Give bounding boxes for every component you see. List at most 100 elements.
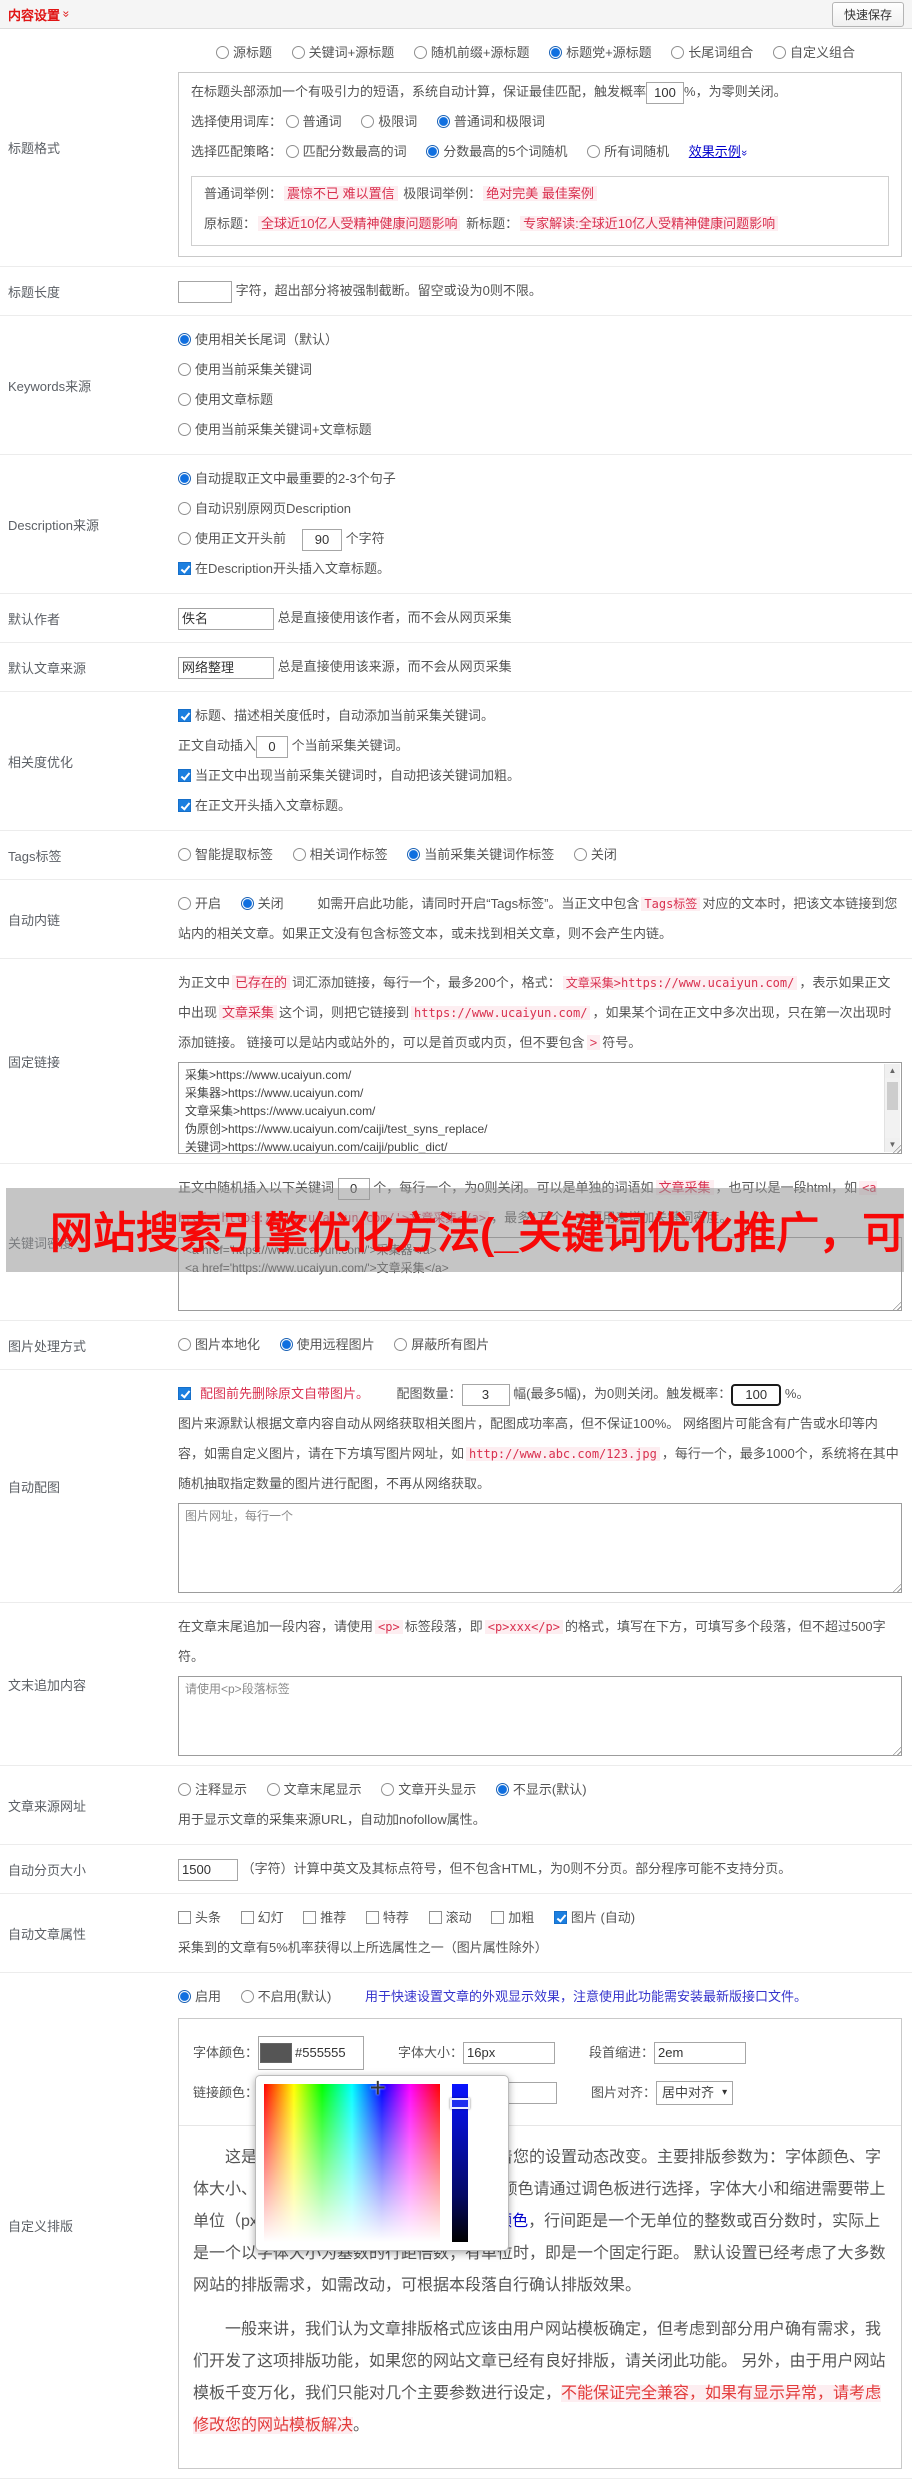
layout-note: 用于快速设置文章的外观显示效果，注意使用此功能需安装最新版接口文件。 <box>364 1989 807 2004</box>
checkbox-icon <box>428 1911 442 1924</box>
color-picker-cursor-icon[interactable]: + <box>370 2074 386 2102</box>
checkbox-insert-title-body[interactable]: 在正文开头插入文章标题。 <box>178 798 351 813</box>
radio-icon <box>178 532 191 545</box>
image-align-select[interactable]: 居中对齐 ▾ <box>656 2081 734 2105</box>
checkbox-image-auto[interactable]: 图片 (自动) <box>553 1910 635 1925</box>
slider-handle[interactable] <box>450 2098 470 2109</box>
color-gradient-area[interactable]: + <box>264 2074 440 2242</box>
radio-show-at-end[interactable]: 文章末尾显示 <box>266 1782 362 1797</box>
radio-normal-words[interactable]: 普通词 <box>285 114 342 129</box>
font-color-input[interactable] <box>292 2038 363 2068</box>
quick-save-button[interactable]: 快速保存 <box>831 1 904 27</box>
radio-smart-tags[interactable]: 智能提取标签 <box>178 847 273 862</box>
prefix-chars-input[interactable] <box>302 528 343 551</box>
radio-tags-off[interactable]: 关闭 <box>573 847 617 862</box>
checkbox-delete-original-images[interactable]: 配图前先删除原文自带图片。 <box>178 1386 368 1401</box>
default-source-input[interactable] <box>178 656 274 679</box>
pagination-size-input[interactable] <box>178 1858 238 1881</box>
color-value-slider[interactable] <box>450 2084 470 2242</box>
desc-text: 普通词举例： <box>204 186 283 201</box>
image-probability-input[interactable] <box>731 1383 782 1406</box>
keywords-source-label: Keywords来源 <box>8 378 92 394</box>
scrollbar[interactable]: ▲ ▼ <box>884 1064 900 1152</box>
radio-custom-combo[interactable]: 自定义组合 <box>772 45 855 60</box>
font-size-input[interactable] <box>463 2042 556 2064</box>
checkbox-scroll[interactable]: 滚动 <box>428 1910 472 1925</box>
radio-remote-images[interactable]: 使用远程图片 <box>279 1337 375 1352</box>
desc-text: 如需开启此功能，请同时开启“Tags标签”。当正文中包含 <box>317 896 640 911</box>
trigger-probability-input[interactable] <box>646 81 685 104</box>
font-color-field[interactable] <box>258 2036 365 2070</box>
checkbox-bold[interactable]: 加粗 <box>491 1910 534 1925</box>
radio-related-longtail[interactable]: 使用相关长尾词（默认） <box>178 332 338 347</box>
fixed-links-textarea[interactable]: 采集>https://www.ucaiyun.com/ 采集器>https://… <box>178 1062 902 1154</box>
scrollbar-thumb[interactable] <box>887 1082 898 1110</box>
radio-icon <box>361 115 375 128</box>
radio-source-title[interactable]: 源标题 <box>216 45 272 60</box>
default-author-input[interactable] <box>178 607 274 630</box>
radio-autolink-on[interactable]: 开启 <box>178 896 221 911</box>
collapse-icon[interactable]: » <box>59 11 73 18</box>
insert-keyword-count-input[interactable] <box>256 735 289 758</box>
desc-text: 用于显示文章的采集来源URL，自动加nofollow属性。 <box>178 1812 486 1827</box>
radio-both-words[interactable]: 普通词和极限词 <box>436 114 545 129</box>
radio-icon <box>178 1338 191 1351</box>
radio-all-random[interactable]: 所有词随机 <box>587 144 669 159</box>
link-color-label: 链接颜色： <box>193 2085 259 2100</box>
resize-handle-icon[interactable] <box>891 1745 901 1755</box>
title-length-label: 标题长度 <box>8 284 61 300</box>
radio-hide-source[interactable]: 不显示(默认) <box>495 1782 587 1797</box>
radio-layout-disable[interactable]: 不启用(默认) <box>240 1989 331 2004</box>
resize-handle-icon[interactable] <box>891 1582 901 1592</box>
image-urls-textarea[interactable]: 图片网址，每行一个 <box>178 1503 902 1593</box>
radio-random-prefix-title[interactable]: 随机前缀+源标题 <box>413 45 529 60</box>
radio-highest-score[interactable]: 匹配分数最高的词 <box>285 144 407 159</box>
checkbox-slideshow[interactable]: 幻灯 <box>240 1910 284 1925</box>
checkbox-recommend[interactable]: 推荐 <box>303 1910 346 1925</box>
radio-icon <box>178 897 191 910</box>
checkbox-featured[interactable]: 特荐 <box>365 1910 409 1925</box>
radio-body-prefix[interactable]: 使用正文开头前 <box>178 531 286 546</box>
checkbox-headline[interactable]: 头条 <box>178 1910 221 1925</box>
title-format-label: 标题格式 <box>8 141 61 156</box>
row-description-source: Description来源 自动提取正文中最重要的2-3个句子 自动识别原网页D… <box>0 455 912 594</box>
radio-layout-enable[interactable]: 启用 <box>178 1989 221 2004</box>
desc-text: 在标题头部添加一个有吸引力的短语，系统自动计算，保证最佳匹配，触发概率 <box>191 84 647 99</box>
resize-handle-icon[interactable] <box>891 1300 901 1310</box>
radio-clickbait-title[interactable]: 标题党+源标题 <box>549 45 652 60</box>
radio-related-word-tags[interactable]: 相关词作标签 <box>292 847 388 862</box>
title-length-input[interactable] <box>178 280 232 303</box>
radio-localize-images[interactable]: 图片本地化 <box>178 1337 260 1352</box>
checkbox-bold-keywords[interactable]: 当正文中出现当前采集关键词时，自动把该关键词加粗。 <box>178 768 520 783</box>
font-color-swatch[interactable] <box>260 2043 293 2063</box>
radio-keywords-plus-title[interactable]: 使用当前采集关键词+文章标题 <box>178 422 372 437</box>
radio-autolink-off[interactable]: 关闭 <box>240 896 284 911</box>
radio-show-as-comment[interactable]: 注释显示 <box>178 1782 247 1797</box>
radio-icon <box>573 848 587 861</box>
default-source-label: 默认文章来源 <box>8 660 87 676</box>
checkbox-insert-title-description[interactable]: 在Description开头插入文章标题。 <box>178 561 390 576</box>
radio-current-keywords[interactable]: 使用当前采集关键词 <box>178 362 312 377</box>
radio-current-keyword-tags[interactable]: 当前采集关键词作标签 <box>407 847 554 862</box>
radio-longtail-combo[interactable]: 长尾词组合 <box>671 45 753 60</box>
radio-keyword-source-title[interactable]: 关键词+源标题 <box>291 45 394 60</box>
radio-top5-random[interactable]: 分数最高的5个词随机 <box>426 144 568 159</box>
radio-extreme-words[interactable]: 极限词 <box>361 114 417 129</box>
radio-original-description[interactable]: 自动识别原网页Description <box>178 501 351 516</box>
radio-auto-extract-sentences[interactable]: 自动提取正文中最重要的2-3个句子 <box>178 471 396 486</box>
indent-input[interactable] <box>654 2042 747 2064</box>
radio-icon <box>178 1783 191 1796</box>
radio-show-at-start[interactable]: 文章开头显示 <box>381 1782 476 1797</box>
radio-article-title[interactable]: 使用文章标题 <box>178 392 273 407</box>
append-content-textarea[interactable]: 请使用<p>段落标签 <box>178 1676 902 1756</box>
desc-text: 正文自动插入 <box>178 738 257 753</box>
checkbox-icon <box>178 769 191 782</box>
image-count-input[interactable] <box>461 1383 510 1406</box>
radio-block-images[interactable]: 屏蔽所有图片 <box>394 1337 489 1352</box>
checkbox-add-keywords-low-relevance[interactable]: 标题、描述相关度低时，自动添加当前采集关键词。 <box>178 708 494 723</box>
scroll-up-icon[interactable]: ▲ <box>885 1064 900 1078</box>
code-text: http://www.abc.com/123.jpg <box>466 1447 660 1461</box>
pagination-label: 自动分页大小 <box>8 1862 87 1878</box>
chevron-down-icon[interactable]: » <box>729 150 759 156</box>
radio-icon <box>178 472 191 485</box>
